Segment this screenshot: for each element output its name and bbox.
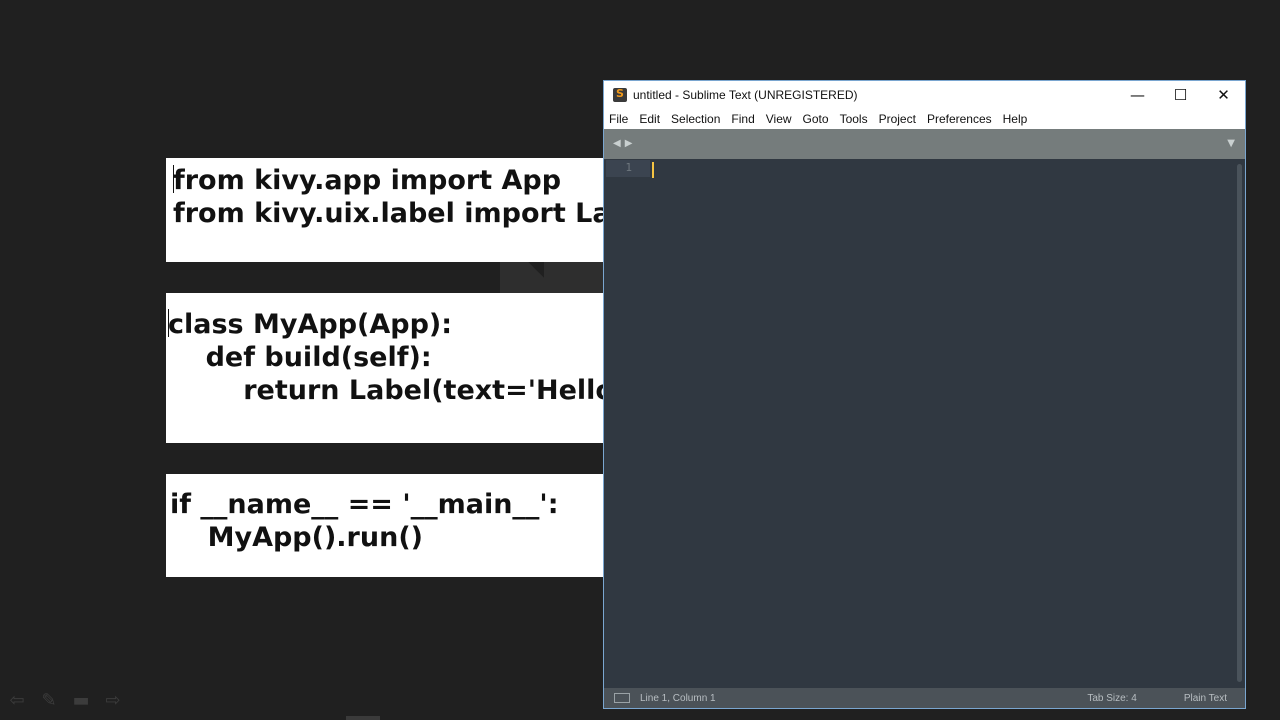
menu-goto[interactable]: Goto	[803, 112, 829, 126]
code-box-imports: from kivy.app import App from kivy.uix.l…	[166, 158, 606, 262]
tab-prev-icon[interactable]: ◀	[613, 138, 621, 149]
menu-tools[interactable]: Tools	[840, 112, 868, 126]
tab-next-icon[interactable]: ▶	[625, 138, 633, 149]
tab-nav: ◀ ▶	[613, 138, 632, 149]
minimize-button[interactable]: —	[1116, 81, 1159, 109]
panel-toggle-icon[interactable]	[614, 693, 630, 703]
progress-marker	[346, 716, 380, 720]
arrow-left-icon[interactable]: ⇦	[6, 690, 28, 712]
editor-area[interactable]: 1	[604, 159, 1245, 688]
window-title: untitled - Sublime Text (UNREGISTERED)	[633, 88, 858, 102]
status-bar: Line 1, Column 1 Tab Size: 4 Plain Text	[604, 688, 1245, 708]
menu-help[interactable]: Help	[1003, 112, 1028, 126]
menu-selection[interactable]: Selection	[671, 112, 720, 126]
code-line: return Label(text='Hello world')	[243, 375, 606, 406]
code-line: from kivy.uix.label import Label	[173, 198, 606, 229]
close-button[interactable]: ✕	[1202, 81, 1245, 109]
menu-preferences[interactable]: Preferences	[927, 112, 992, 126]
sublime-app-icon	[613, 87, 627, 102]
screen-icon[interactable]: ▬	[70, 690, 92, 712]
title-bar[interactable]: untitled - Sublime Text (UNREGISTERED) —…	[604, 81, 1245, 109]
code-line: class MyApp(App):	[168, 309, 453, 340]
code-box-class: class MyApp(App): def build(self): retur…	[166, 293, 606, 443]
tab-dropdown-icon[interactable]: ▼	[1227, 138, 1235, 149]
tab-bar: ◀ ▶ ▼	[604, 129, 1245, 159]
line-gutter: 1	[604, 159, 652, 688]
code-line: def build(self):	[168, 342, 432, 373]
code-line: from kivy.app import App	[173, 165, 562, 196]
code-line: MyApp().run()	[170, 522, 423, 553]
menu-file[interactable]: File	[609, 112, 628, 126]
text-cursor	[652, 162, 654, 178]
cursor-position: Line 1, Column 1	[640, 692, 716, 704]
syntax-indicator[interactable]: Plain Text	[1184, 693, 1227, 704]
background-logo-shape	[500, 258, 610, 294]
menu-find[interactable]: Find	[731, 112, 754, 126]
code-box-main: if __name__ == '__main__': MyApp().run()	[166, 474, 606, 577]
menu-bar: File Edit Selection Find View Goto Tools…	[604, 109, 1245, 129]
arrow-right-icon[interactable]: ⇨	[102, 690, 124, 712]
slide-toolbar: ⇦ ✎ ▬ ⇨	[6, 690, 124, 712]
menu-edit[interactable]: Edit	[639, 112, 660, 126]
menu-view[interactable]: View	[766, 112, 792, 126]
vertical-scrollbar[interactable]	[1237, 164, 1242, 682]
menu-project[interactable]: Project	[879, 112, 916, 126]
line-number: 1	[625, 161, 632, 174]
sublime-text-window: untitled - Sublime Text (UNREGISTERED) —…	[603, 80, 1246, 709]
tab-size-indicator[interactable]: Tab Size: 4	[1087, 693, 1136, 704]
status-right: Tab Size: 4 Plain Text	[1087, 688, 1245, 708]
code-line: if __name__ == '__main__':	[170, 489, 559, 520]
pen-icon[interactable]: ✎	[38, 690, 60, 712]
maximize-button[interactable]: ☐	[1159, 81, 1202, 109]
